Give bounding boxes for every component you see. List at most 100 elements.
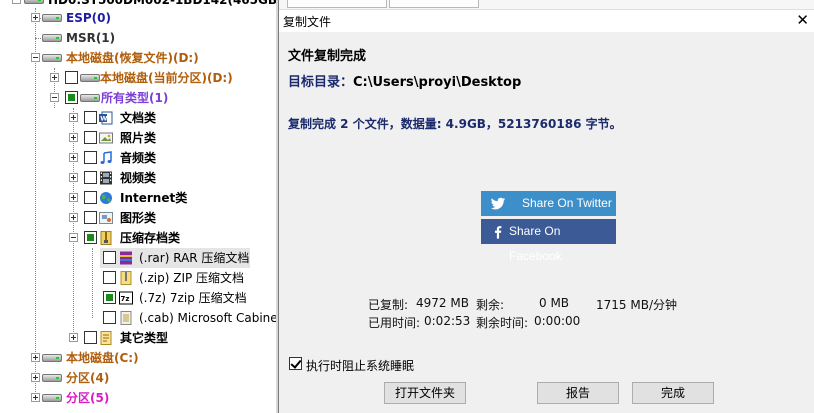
partition-icon [42, 374, 62, 382]
expand-toggle[interactable] [31, 373, 40, 382]
expand-toggle[interactable] [69, 213, 78, 222]
tree-row-other-types[interactable]: 其它类型 [0, 328, 276, 348]
svg-text:W: W [100, 115, 107, 123]
tree-item-label: 图形类 [120, 211, 157, 225]
copied-label: 已复制: [368, 298, 409, 312]
partition-icon [42, 14, 62, 22]
collapse-toggle[interactable] [12, 0, 21, 4]
expand-toggle[interactable] [69, 133, 78, 142]
prevent-sleep-label[interactable]: 执行时阻止系统睡眠 [306, 357, 414, 374]
tree-row-rar[interactable]: (.rar) RAR 压缩文档 [100, 248, 250, 268]
time-left-value: 0:00:00 [534, 314, 581, 328]
tree-checkbox[interactable] [84, 151, 97, 164]
tree-item-label: 照片类 [120, 131, 157, 145]
done-button[interactable]: 完成 [632, 382, 714, 404]
tree-row-archives[interactable]: 压缩存档类 [0, 228, 276, 248]
report-button[interactable]: 报告 [537, 382, 619, 404]
tree-item-label: (.zip) ZIP 压缩文档 [139, 271, 245, 285]
background-tab-strip [279, 0, 814, 10]
collapse-toggle[interactable] [69, 233, 78, 242]
copy-speed: 1715 MB/分钟 [596, 298, 677, 312]
graphics-icon [99, 212, 113, 224]
completion-heading: 文件复制完成 [288, 49, 367, 64]
share-facebook-button[interactable]: Share On Facebook [481, 219, 616, 263]
tree-item-label: (.cab) Microsoft Cabinet [139, 311, 276, 325]
tree-row-7z[interactable]: 7z (.7z) 7zip 压缩文档 [0, 288, 276, 308]
partition-icon [42, 394, 62, 402]
tree-row-video[interactable]: 视频类 [0, 168, 276, 188]
tree-row-cab[interactable]: (.cab) Microsoft Cabinet [0, 308, 276, 328]
tree-checkbox[interactable] [103, 271, 116, 284]
collapse-toggle[interactable] [50, 93, 59, 102]
expand-toggle[interactable] [69, 173, 78, 182]
tree-row-all-types[interactable]: 所有类型(1) [0, 88, 276, 108]
tree-row-msr[interactable]: MSR(1) [0, 28, 276, 48]
tree-item-label: Internet类 [120, 191, 188, 205]
tree-checkbox[interactable] [65, 91, 78, 104]
film-icon [100, 171, 112, 185]
tree-checkbox[interactable] [84, 131, 97, 144]
tree-row-partition-4[interactable]: 分区(4) [0, 368, 276, 388]
expand-toggle[interactable] [69, 193, 78, 202]
copy-summary: 复制完成 2 个文件，数据量: 4.9GB，5213760186 字节。 [288, 117, 622, 131]
svg-text:7z: 7z [121, 295, 130, 303]
prevent-sleep-checkbox[interactable] [289, 357, 302, 370]
music-note-icon [100, 151, 112, 164]
tree-checkbox[interactable] [103, 291, 116, 304]
archive-icon [100, 231, 112, 245]
time-left-label: 剩余时间: [476, 316, 529, 330]
background-tab [389, 0, 479, 8]
expand-toggle[interactable] [31, 13, 40, 22]
tree-checkbox[interactable] [65, 71, 78, 84]
expand-toggle[interactable] [69, 153, 78, 162]
target-path: C:\Users\proyi\Desktop [353, 75, 522, 90]
partition-icon [80, 74, 100, 82]
share-twitter-button[interactable]: Share On Twitter [481, 191, 616, 216]
tree-item-label: 本地磁盘(恢复文件)(D:) [66, 51, 199, 65]
tree-item-label: 分区(4) [66, 371, 110, 385]
tree-row-graphics[interactable]: 图形类 [0, 208, 276, 228]
tree-row-internet[interactable]: Internet类 [0, 188, 276, 208]
partition-icon [42, 34, 62, 42]
tree-item-label: 本地磁盘(C:) [66, 351, 139, 365]
tree-row-current-d[interactable]: 本地磁盘(当前分区)(D:) [0, 68, 276, 88]
tree-item-label: 视频类 [120, 171, 157, 185]
tree-checkbox[interactable] [84, 191, 97, 204]
cab-file-icon [120, 311, 132, 325]
expand-toggle[interactable] [69, 113, 78, 122]
expand-toggle[interactable] [50, 73, 59, 82]
tree-row-recovered-d[interactable]: 本地磁盘(恢复文件)(D:) [0, 48, 276, 68]
tree-checkbox[interactable] [84, 211, 97, 224]
tree-checkbox[interactable] [103, 251, 116, 264]
tree-row-documents[interactable]: W 文档类 [0, 108, 276, 128]
tree-item-label: 音频类 [120, 151, 157, 165]
tree-checkbox[interactable] [84, 331, 97, 344]
expand-toggle[interactable] [31, 393, 40, 402]
expand-toggle[interactable] [31, 353, 40, 362]
open-folder-button[interactable]: 打开文件夹 [384, 382, 466, 404]
collapse-toggle[interactable] [31, 53, 40, 62]
tree-checkbox[interactable] [84, 111, 97, 124]
tree-row-esp[interactable]: ESP(0) [0, 8, 276, 28]
tree-row-partition-5[interactable]: 分区(5) [0, 388, 276, 408]
tree-row-audio[interactable]: 音频类 [0, 148, 276, 168]
tree-row-local-c[interactable]: 本地磁盘(C:) [0, 348, 276, 368]
file-tree-panel: HD0:ST500DM002-1BD142(465GB) ESP(0) MSR(… [0, 0, 276, 413]
close-icon[interactable]: ✕ [796, 11, 809, 29]
tree-checkbox[interactable] [103, 311, 116, 324]
tree-item-label: ESP(0) [66, 11, 111, 25]
target-label: 目标目录： [288, 75, 354, 90]
expand-toggle[interactable] [69, 333, 78, 342]
tree-checkbox[interactable] [84, 171, 97, 184]
share-twitter-label: Share On Twitter [522, 196, 612, 210]
tree-item-label: 其它类型 [120, 331, 169, 345]
tree-item-label: 所有类型(1) [101, 91, 169, 105]
elapsed-time-label: 已用时间: [368, 316, 421, 330]
tree-row-photos[interactable]: 照片类 [0, 128, 276, 148]
tree-checkbox[interactable] [84, 231, 97, 244]
tree-row-zip[interactable]: (.zip) ZIP 压缩文档 [0, 268, 276, 288]
partition-icon [80, 94, 100, 102]
remaining-value: 0 MB [539, 296, 570, 310]
tree-item-label: 压缩存档类 [120, 231, 181, 245]
tree-item-label: (.rar) RAR 压缩文档 [139, 251, 250, 265]
